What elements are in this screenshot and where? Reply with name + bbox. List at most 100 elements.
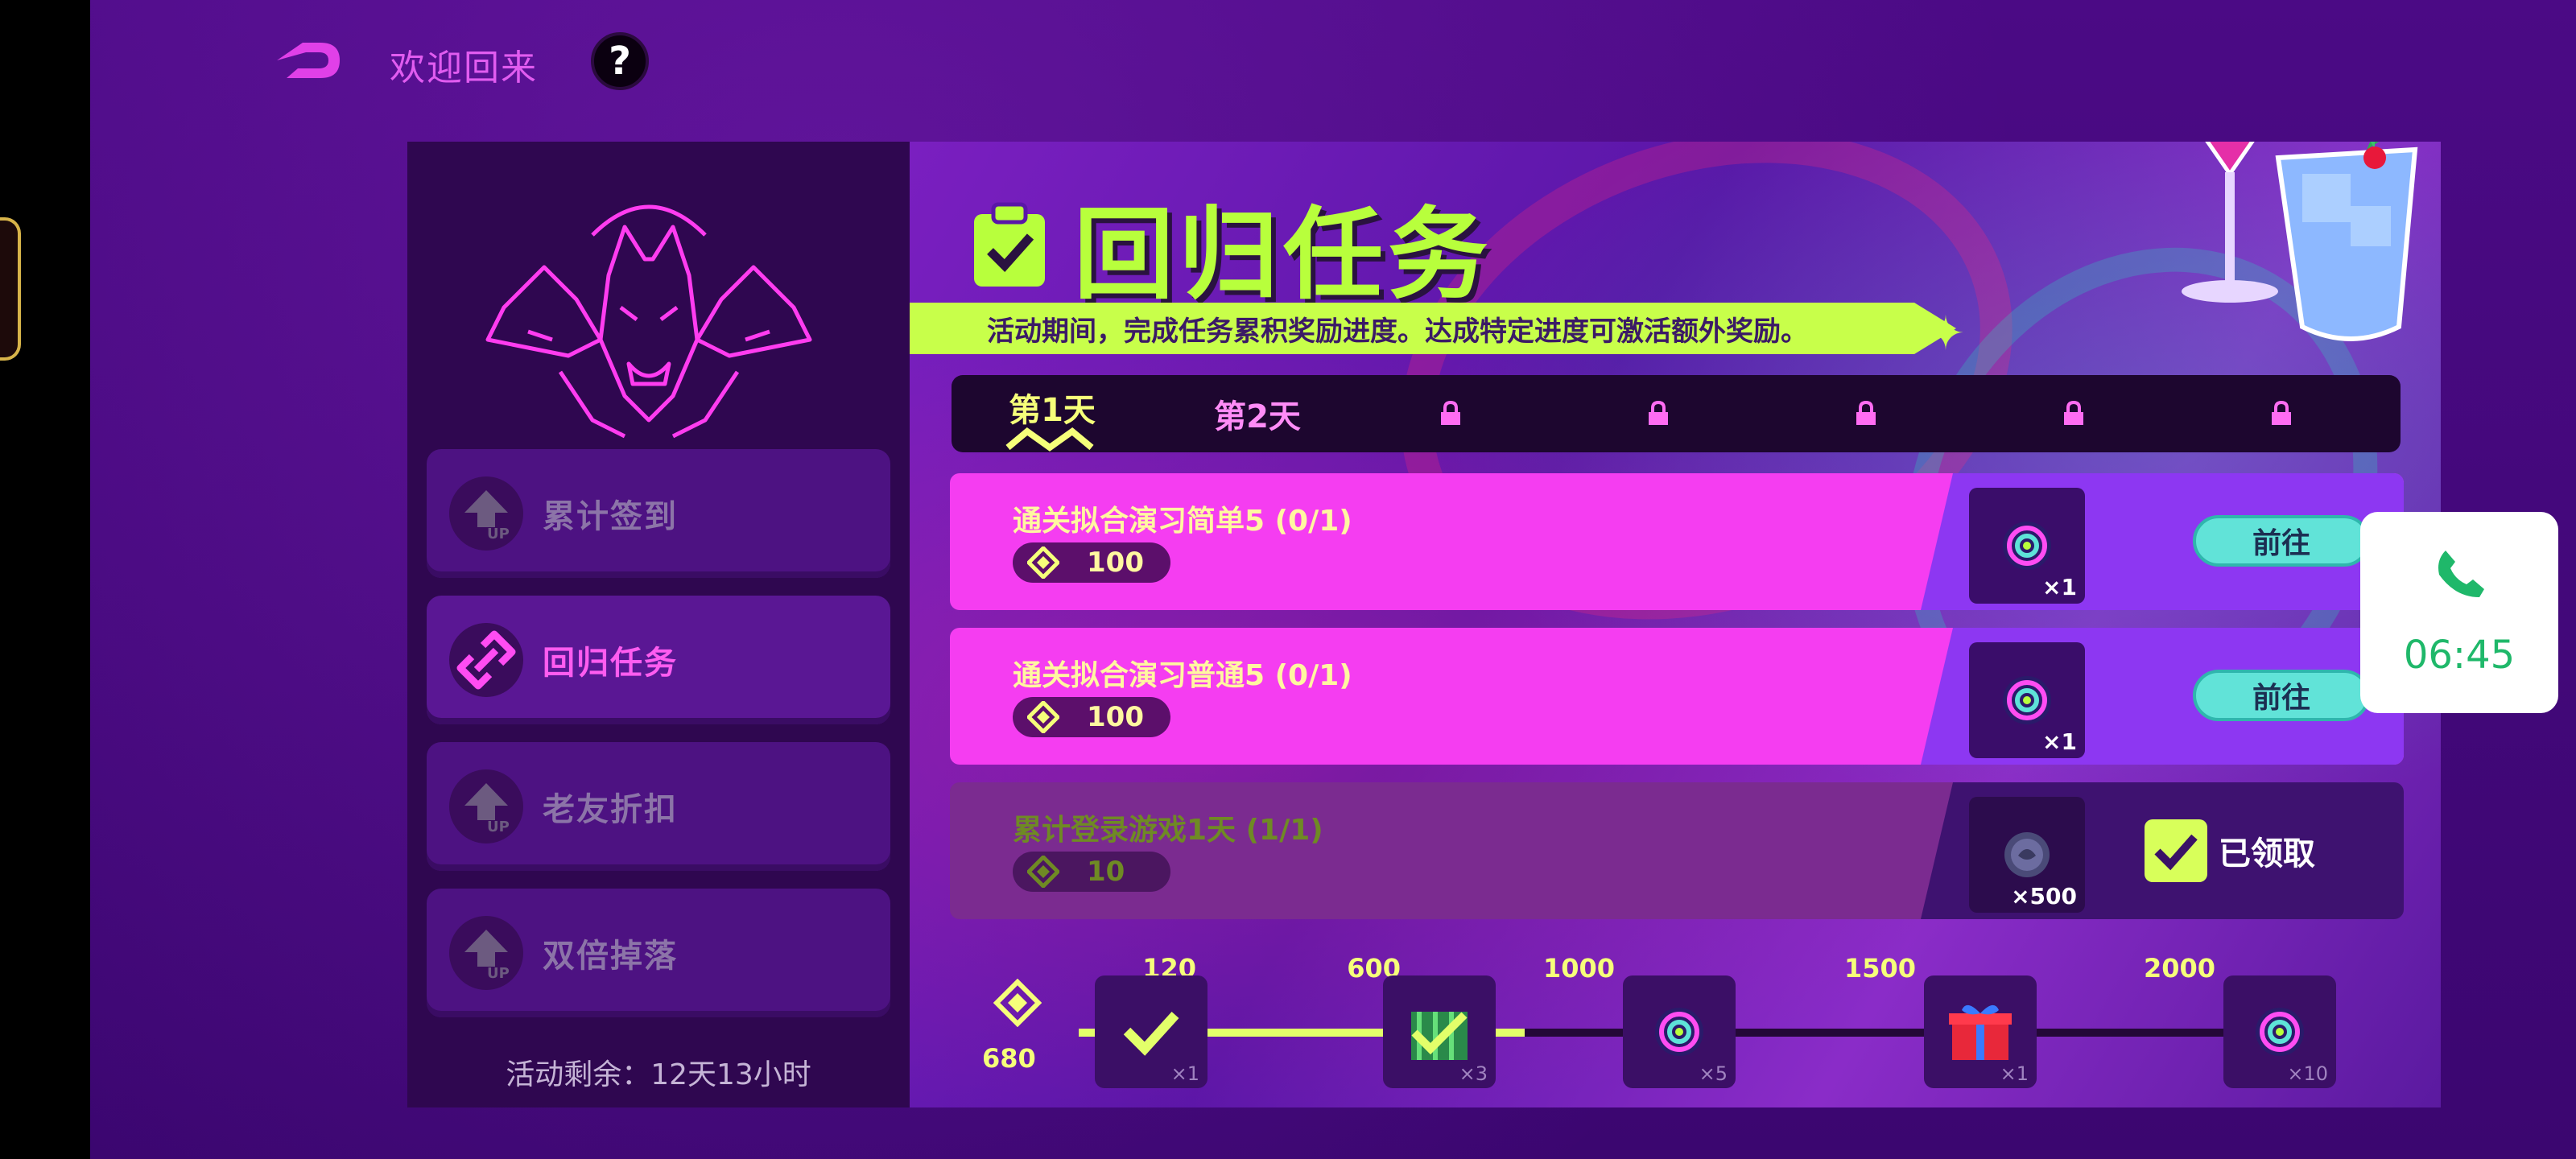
svg-text:UP: UP — [487, 819, 510, 835]
phone-icon — [2438, 551, 2484, 597]
milestone-quantity: ×1 — [2000, 1062, 2029, 1085]
go-button[interactable]: 前往 — [2193, 515, 2370, 567]
task-name: 通关拟合演习简单5 (0/1) — [1013, 505, 1352, 538]
lock-icon — [2064, 401, 2083, 425]
welcome-title: 欢迎回来 — [390, 47, 538, 89]
target-token-icon — [1655, 1008, 1703, 1056]
target-token-icon — [2256, 1008, 2304, 1056]
task-points-value: 100 — [1087, 701, 1144, 733]
event-remaining-time: 活动剩余：12天13小时 — [506, 1058, 811, 1091]
claimed-check-icon — [2145, 819, 2207, 882]
tab-day-5-locked[interactable] — [1834, 375, 1898, 452]
task-points: 100 — [1013, 697, 1170, 737]
event-panel: UP 累计签到 回归任务 UP 老友折扣 UP 双倍掉落 活动剩余：12天13小… — [407, 142, 2441, 1107]
lock-icon — [1856, 401, 1876, 425]
active-tab-zigzag-icon — [1005, 427, 1094, 452]
sparkle-icon: ✦✦ — [1892, 306, 1965, 361]
milestone-threshold: 1000 — [1542, 953, 1615, 984]
milestone-reward-box: ×5 — [1623, 975, 1736, 1088]
reward-quantity: ×1 — [2042, 728, 2077, 755]
milestone[interactable]: 2000 ×10 — [2144, 947, 2336, 1107]
milestone-quantity: ×3 — [1459, 1062, 1488, 1085]
sidebar: UP 累计签到 回归任务 UP 老友折扣 UP 双倍掉落 活动剩余：12天13小… — [407, 142, 910, 1107]
target-token-icon — [2003, 676, 2051, 724]
task-name: 通关拟合演习普通5 (0/1) — [1013, 659, 1352, 692]
sidebar-item-double-drop[interactable]: UP 双倍掉落 — [427, 889, 890, 1017]
reward-item[interactable]: ×1 — [1969, 488, 2085, 604]
lock-icon — [2272, 401, 2291, 425]
tab-day-7-locked[interactable] — [2249, 375, 2314, 452]
milestone[interactable]: 120 ×1 — [1095, 947, 1208, 1107]
tab-day-3-locked[interactable] — [1418, 375, 1483, 452]
game-screen: 欢迎回来 ? UP 累计签到 回归任务 UP 老友折扣 UP 双倍掉落 活动剩余… — [90, 0, 2576, 1159]
milestone-quantity: ×5 — [1699, 1062, 1728, 1085]
call-widget[interactable]: 06:45 — [2360, 512, 2558, 713]
claimed-check-icon — [1123, 1011, 1179, 1056]
link-icon — [449, 623, 523, 697]
milestone[interactable]: 1000 ×5 — [1543, 947, 1736, 1107]
go-button[interactable]: 前往 — [2193, 670, 2370, 721]
tab-label: 第1天 — [1009, 392, 1096, 429]
milestone-threshold: 1500 — [1843, 953, 1916, 984]
sidebar-item-friend-discount[interactable]: UP 老友折扣 — [427, 742, 890, 871]
task-points: 100 — [1013, 542, 1170, 583]
current-points: 680 — [982, 1043, 1036, 1074]
target-token-icon — [2003, 522, 2051, 570]
description-text: 活动期间，完成任务累积奖励进度。达成特定进度可激活额外奖励。 — [987, 315, 1808, 348]
left-edge-badge — [0, 217, 21, 361]
claimed-label: 已领取 — [2219, 835, 2315, 872]
reward-item[interactable]: ×1 — [1969, 642, 2085, 758]
reward-quantity: ×1 — [2042, 574, 2077, 600]
milestone-reward-box: ×3 — [1383, 975, 1496, 1088]
diamond-point-icon — [1027, 547, 1059, 579]
coin-icon — [2004, 832, 2050, 877]
call-timer: 06:45 — [2403, 633, 2516, 678]
green-box-icon — [1411, 1012, 1468, 1060]
milestone[interactable]: 600 ×3 — [1347, 947, 1496, 1107]
sidebar-item-label: 老友折扣 — [543, 791, 678, 828]
lock-icon — [1649, 401, 1668, 425]
sidebar-item-label: 回归任务 — [543, 645, 678, 682]
svg-text:UP: UP — [487, 965, 510, 981]
diamond-point-icon — [1027, 856, 1059, 888]
page-title: 回归任务 — [1074, 197, 1493, 313]
diamond-point-icon — [993, 979, 1042, 1027]
task-content: 回归任务 活动期间，完成任务累积奖励进度。达成特定进度可激活额外奖励。 ✦✦ 第… — [910, 142, 2441, 1107]
diamond-point-icon — [1027, 701, 1059, 733]
claimed-status: 已领取 — [2141, 815, 2315, 887]
milestone-threshold: 2000 — [2143, 953, 2215, 984]
sidebar-item-label: 累计签到 — [543, 498, 678, 535]
gift-box-icon — [1949, 1004, 2012, 1060]
lock-icon — [1441, 401, 1460, 425]
up-arrow-icon: UP — [449, 476, 523, 551]
tab-label: 第2天 — [1214, 398, 1301, 435]
up-arrow-icon: UP — [449, 916, 523, 990]
tab-day-4-locked[interactable] — [1626, 375, 1690, 452]
svg-text:UP: UP — [487, 526, 510, 542]
description-banner: 活动期间，完成任务累积奖励进度。达成特定进度可激活额外奖励。 — [910, 303, 1956, 354]
milestone-reward-box: ×1 — [1095, 975, 1208, 1088]
cocktail-illustration-icon — [2182, 142, 2418, 341]
task-points: 10 — [1013, 852, 1170, 892]
reward-quantity: ×500 — [2011, 883, 2077, 909]
milestone[interactable]: 1500 ×1 — [1844, 947, 2037, 1107]
help-button[interactable]: ? — [591, 32, 649, 90]
milestone-quantity: ×1 — [1170, 1062, 1199, 1085]
task-row: 通关拟合演习普通5 (0/1) 100 ×1 前往 — [950, 628, 2404, 765]
milestone-reward-box: ×1 — [1924, 975, 2037, 1088]
up-arrow-icon: UP — [449, 769, 523, 843]
task-row: 累计登录游戏1天 (1/1) 10 ×500 已领取 — [950, 782, 2404, 919]
task-points-value: 100 — [1087, 547, 1144, 579]
tab-day-2[interactable]: 第2天 — [1185, 375, 1330, 452]
sidebar-item-return-tasks[interactable]: 回归任务 — [427, 596, 890, 724]
tab-day-6-locked[interactable] — [2041, 375, 2106, 452]
reward-item[interactable]: ×500 — [1969, 797, 2085, 913]
task-name: 累计登录游戏1天 (1/1) — [1013, 814, 1323, 847]
sidebar-item-label: 双倍掉落 — [543, 938, 678, 975]
clipboard-check-icon — [974, 202, 1045, 287]
sidebar-item-checkin[interactable]: UP 累计签到 — [427, 449, 890, 578]
reward-progress: 680 120 ×1 600 ×3 1000 ×5 1500 ×1 2000 ×… — [910, 947, 2441, 1107]
back-logo-icon[interactable] — [270, 36, 343, 85]
day-tabs: 第1天 第2天 — [952, 375, 2401, 452]
milestone-quantity: ×10 — [2287, 1062, 2328, 1085]
